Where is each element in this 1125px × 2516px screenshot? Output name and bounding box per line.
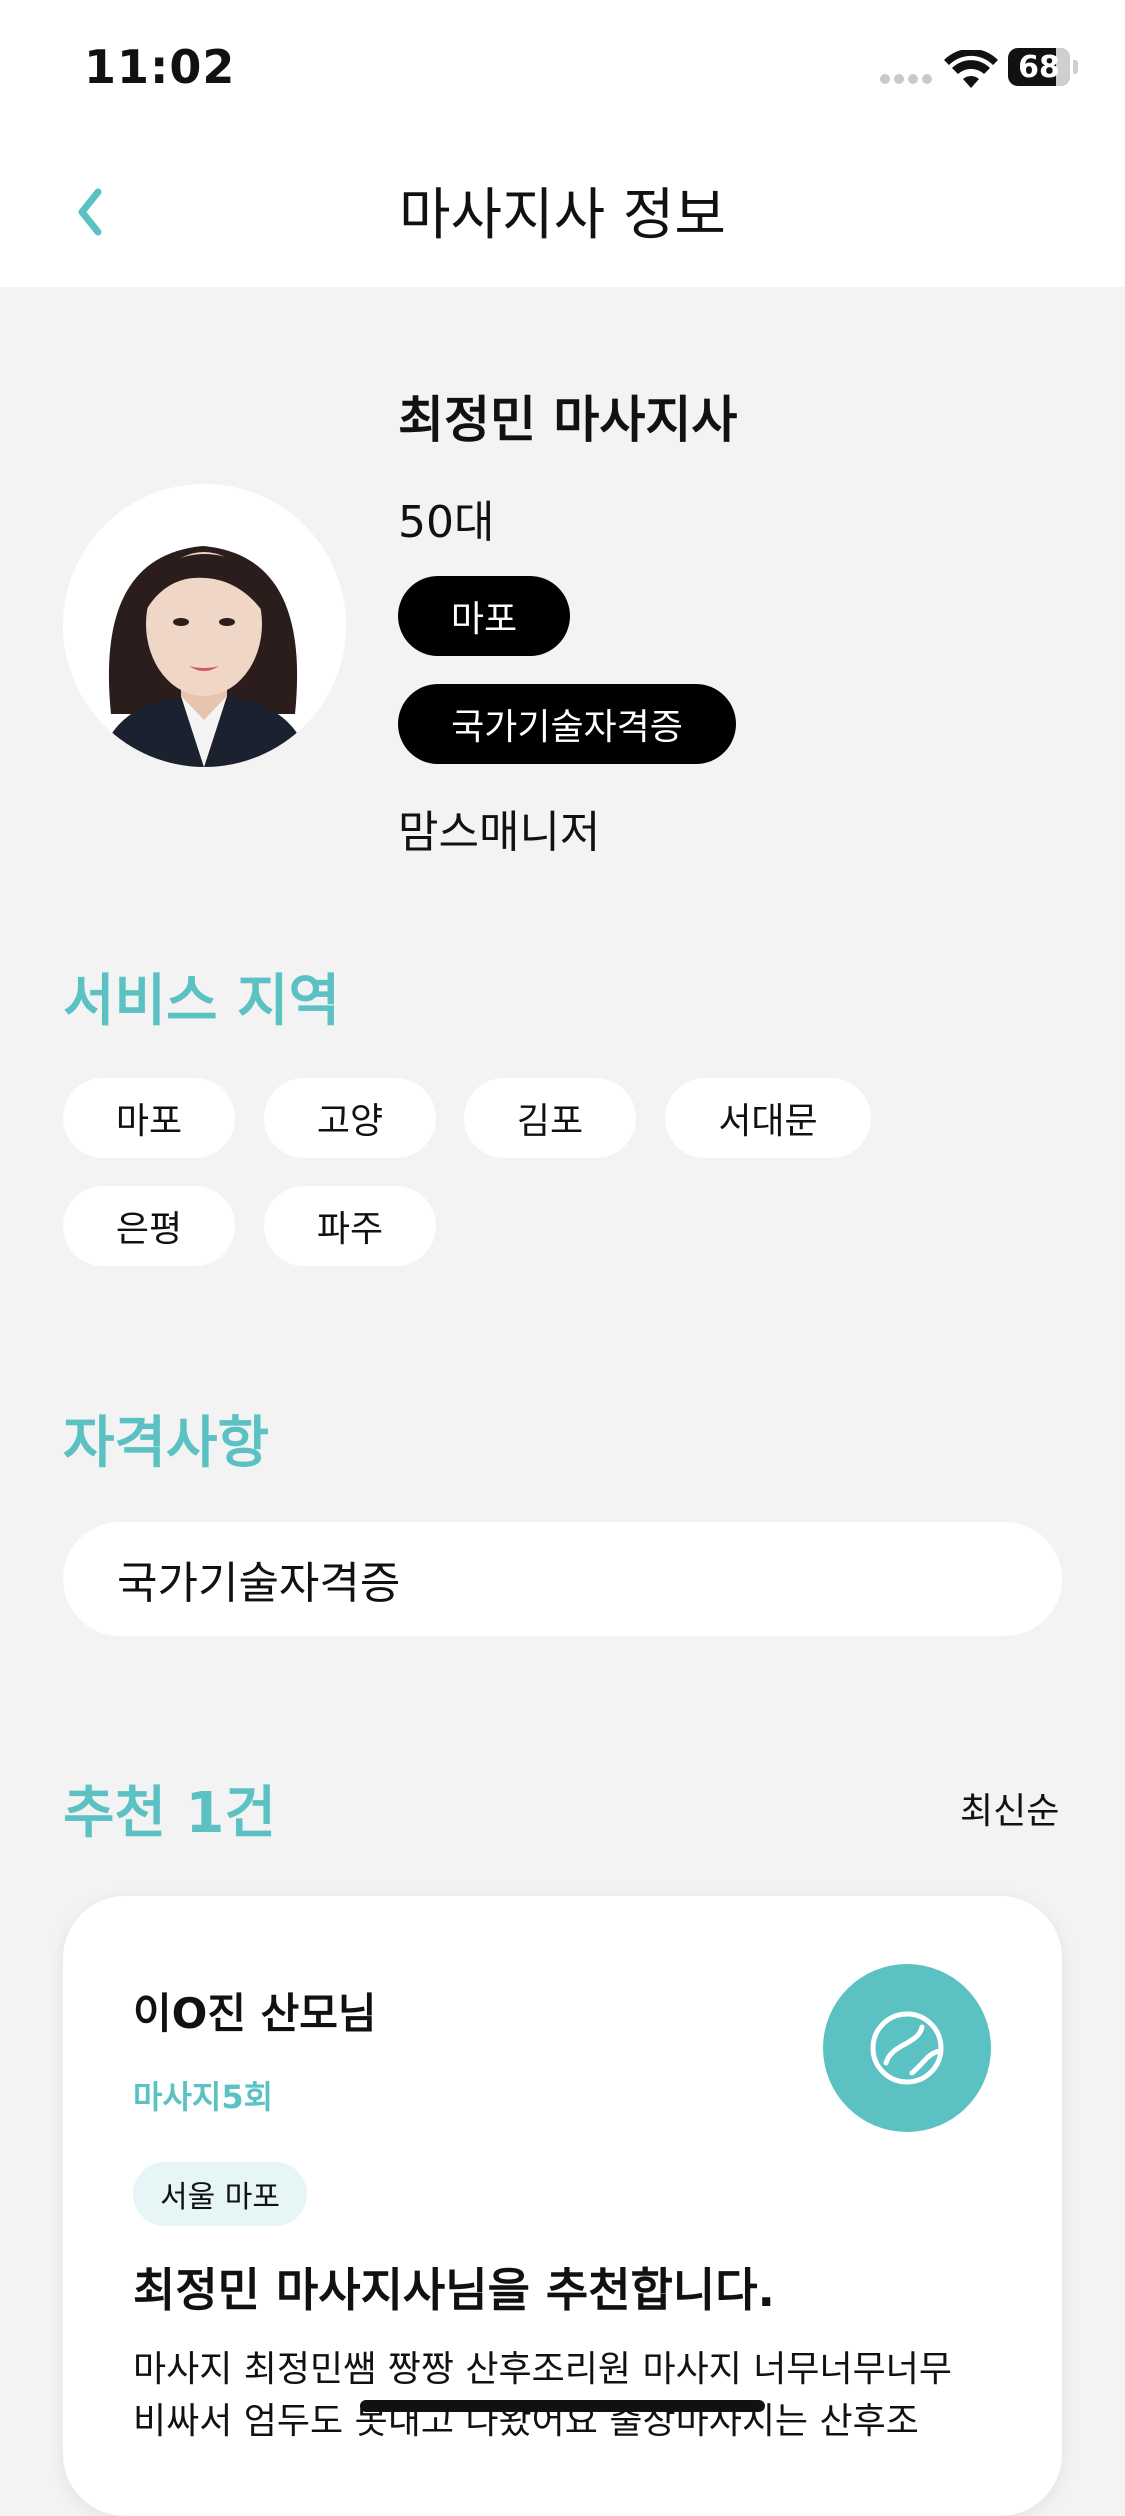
service-area-title: 서비스 지역 (63, 969, 341, 1034)
qualification-label: 국가기술자격증 (117, 1558, 401, 1609)
page-title: 마사지사 정보 (399, 182, 726, 248)
home-indicator[interactable] (360, 2400, 765, 2412)
battery-level: 68 (1018, 49, 1060, 85)
sort-button[interactable]: 최신순 (960, 1782, 1059, 1834)
area-chip: 파주 (264, 1186, 436, 1266)
back-button[interactable] (50, 172, 130, 252)
massager-name: 최정민 마사지사 (398, 391, 738, 449)
chevron-left-icon (78, 188, 102, 236)
recommendations-title: 추천 1건 (63, 1781, 277, 1846)
qualification-item: 국가기술자격증 (63, 1522, 1062, 1636)
review-region-badge: 서울 마포 (133, 2162, 307, 2226)
review-body: 마사지 최정민쌤 짱짱 산후조리원 마사지 너무너무너무 비싸서 엄두도 못내고… (133, 2349, 952, 2442)
header: 마사지사 정보 (0, 140, 1125, 287)
area-chip: 서대문 (665, 1078, 871, 1158)
massage-count: 마사지5회 (133, 2078, 274, 2116)
certification-tag: 국가기술자격증 (398, 684, 736, 764)
company-name: 맘스매니저 (398, 807, 601, 858)
review-card[interactable]: 이O진 산모님 마사지5회 서울 마포 최정민 마사지사님을 추천합니다. 마사… (63, 1896, 1062, 2516)
cellular-signal-icon (880, 72, 932, 86)
reviewer-name: 이O진 산모님 (133, 1989, 377, 2038)
review-title: 최정민 마사지사님을 추천합니다. (133, 2263, 775, 2317)
area-chip: 고양 (264, 1078, 436, 1158)
area-chip: 마포 (63, 1078, 235, 1158)
status-bar: 11:02 68 (0, 0, 1125, 140)
area-chip: 은평 (63, 1186, 235, 1266)
battery-icon: 68 (1008, 48, 1078, 86)
massager-age: 50대 (398, 497, 495, 548)
wifi-icon (944, 50, 998, 88)
reviewer-avatar (823, 1964, 991, 2132)
qualifications-title: 자격사항 (63, 1411, 270, 1476)
area-chip: 김포 (464, 1078, 636, 1158)
reviewer-avatar-icon (870, 2011, 944, 2085)
massager-avatar (63, 484, 346, 767)
region-tag: 마포 (398, 576, 570, 656)
status-time: 11:02 (84, 40, 236, 94)
